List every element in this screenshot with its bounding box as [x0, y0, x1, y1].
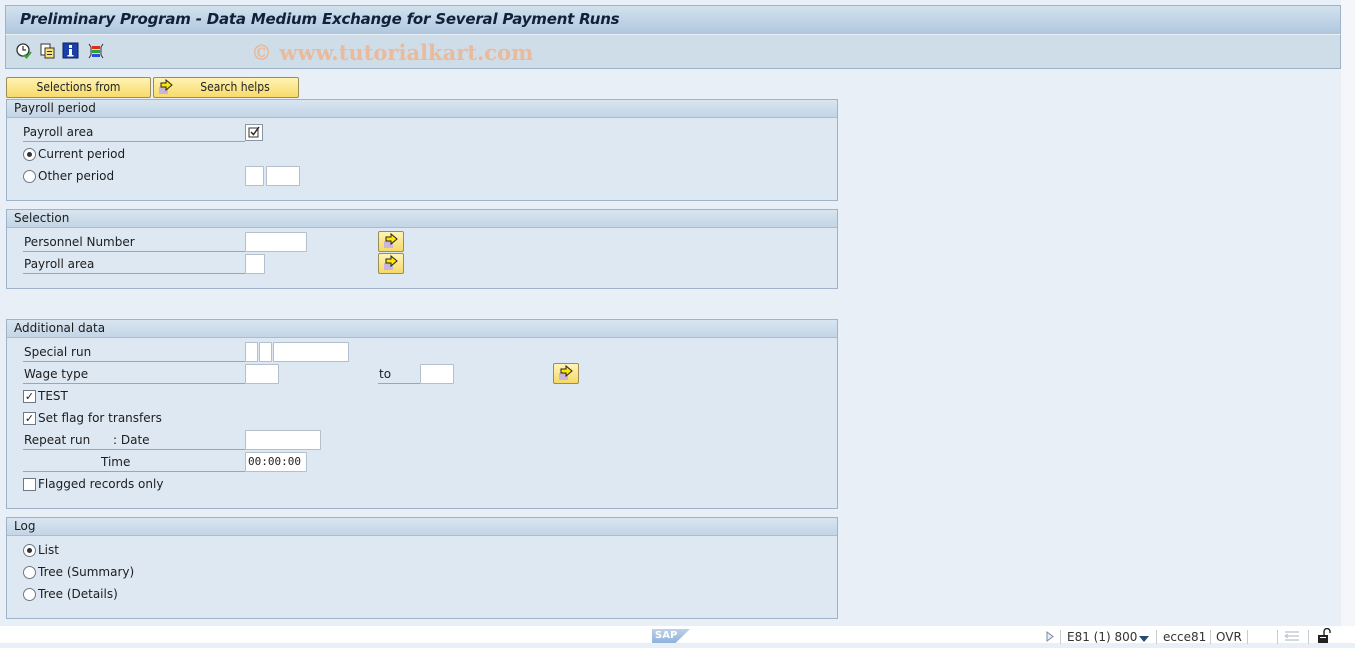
log-list-radio[interactable] [23, 544, 36, 557]
status-separator [1156, 630, 1157, 644]
additional-data-group: Additional data Special run Wage type to… [6, 319, 838, 509]
special-run-input-1[interactable] [245, 342, 258, 362]
other-period-label: Other period [38, 169, 115, 183]
current-period-label: Current period [38, 147, 126, 161]
repeat-run-date-input[interactable] [245, 430, 321, 450]
current-period-radio[interactable] [23, 148, 36, 161]
test-label: TEST [38, 389, 68, 403]
watermark: © www.tutorialkart.com [251, 40, 534, 65]
status-separator [1060, 630, 1061, 644]
payroll-area-multiple-selection-button[interactable] [378, 253, 404, 274]
time-label: Time [101, 455, 131, 469]
selections-from-label: Selections from [36, 80, 121, 94]
log-list-label: List [38, 543, 59, 557]
group-title: Selection [7, 210, 837, 228]
flagged-only-label: Flagged records only [38, 477, 164, 491]
personnel-number-input[interactable] [245, 232, 307, 252]
group-title: Log [7, 518, 837, 536]
selection-payroll-area-input[interactable] [245, 254, 265, 274]
system-info: E81 (1) 800 [1067, 630, 1138, 644]
repeat-run-label-line: Repeat run : Date [23, 430, 245, 450]
get-variant-icon[interactable] [39, 42, 57, 60]
wage-type-label: Wage type [23, 364, 245, 384]
special-run-input-3[interactable] [273, 342, 349, 362]
status-separator [1210, 630, 1211, 644]
log-group: Log List Tree (Summary) Tree (Details) [6, 517, 838, 619]
payroll-period-group: Payroll period Payroll area Current peri… [6, 99, 838, 201]
server-name: ecce81 [1163, 630, 1207, 644]
window-right-edge [1341, 0, 1355, 643]
log-tree-details-label: Tree (Details) [38, 587, 118, 601]
flagged-only-checkbox[interactable] [23, 478, 36, 491]
group-title: Payroll period [7, 100, 837, 118]
input-mode[interactable]: OVR [1216, 630, 1242, 646]
selections-from-button[interactable]: Selections from [6, 77, 151, 98]
info-icon[interactable] [62, 42, 80, 60]
wage-type-multiple-selection-button[interactable] [553, 363, 579, 384]
personnel-number-multiple-selection-button[interactable] [378, 231, 404, 252]
other-period-input-2[interactable] [266, 166, 300, 186]
log-tree-details-radio[interactable] [23, 588, 36, 601]
to-label: to [378, 364, 420, 384]
repeat-run-time-input[interactable]: 00:00:00 [245, 452, 307, 472]
payroll-area-checkbox[interactable] [245, 124, 263, 141]
system-dropdown-icon[interactable] [1139, 632, 1149, 648]
application-toolbar: © www.tutorialkart.com [5, 35, 1341, 69]
execute-icon[interactable] [15, 42, 33, 60]
other-period-input-1[interactable] [245, 166, 264, 186]
selection-group: Selection Personnel Number Payroll area [6, 209, 838, 289]
wage-type-from-input[interactable] [245, 364, 279, 384]
transfer-icon[interactable] [1284, 630, 1300, 646]
log-tree-summary-radio[interactable] [23, 566, 36, 579]
personnel-number-label: Personnel Number [23, 232, 245, 252]
selection-options-icon[interactable] [87, 42, 105, 60]
payroll-area-label: Payroll area [23, 122, 245, 142]
search-helps-button[interactable]: Search helps [153, 77, 299, 98]
arrow-right-icon [158, 78, 174, 101]
other-period-radio[interactable] [23, 170, 36, 183]
special-run-label: Special run [23, 342, 245, 362]
status-bar: SAP E81 (1) 800 ecce81 OVR [0, 626, 1355, 646]
set-flag-label: Set flag for transfers [38, 411, 162, 425]
group-title: Additional data [7, 320, 837, 338]
status-expand-icon[interactable] [1046, 631, 1054, 647]
set-flag-checkbox[interactable]: ✓ [23, 412, 36, 425]
test-checkbox[interactable]: ✓ [23, 390, 36, 403]
status-separator [1277, 630, 1278, 644]
page-title: Preliminary Program - Data Medium Exchan… [20, 10, 620, 28]
lock-icon[interactable] [1317, 627, 1333, 644]
repeat-run-label: Repeat run [24, 433, 91, 447]
sap-logo: SAP [652, 629, 690, 643]
date-label: : Date [113, 433, 150, 447]
status-separator [1308, 630, 1309, 644]
time-label-line: Time [23, 452, 245, 472]
special-run-input-2[interactable] [259, 342, 272, 362]
search-helps-label: Search helps [200, 80, 270, 94]
wage-type-to-input[interactable] [420, 364, 454, 384]
title-bar: Preliminary Program - Data Medium Exchan… [5, 5, 1341, 35]
selection-payroll-area-label: Payroll area [23, 254, 245, 274]
log-tree-summary-label: Tree (Summary) [38, 565, 135, 579]
status-separator [1247, 630, 1248, 644]
